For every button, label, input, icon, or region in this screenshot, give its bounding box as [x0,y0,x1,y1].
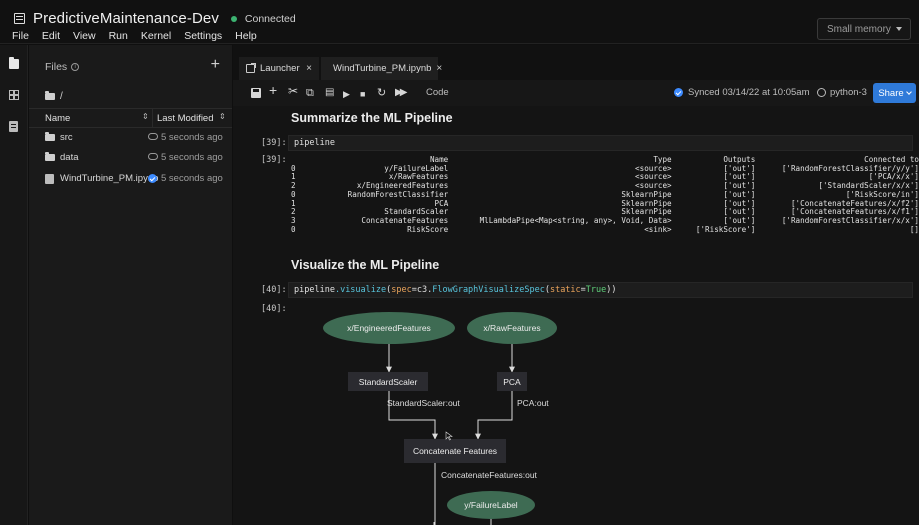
column-divider[interactable] [152,109,153,128]
sort-icon[interactable]: ⇕ [142,112,149,121]
memory-select-value: Small memory [827,23,891,35]
breadcrumb-path: / [60,91,63,102]
file-modified: 5 seconds ago [161,132,223,143]
app-title-row: PredictiveMaintenance-Dev Connected [14,10,296,27]
connection-status: Connected [244,12,296,25]
restart-icon[interactable]: ↻ [377,87,386,99]
new-file-plus-icon[interactable]: + [211,56,220,74]
sync-status: Synced 03/14/22 at 10:05am [674,87,809,98]
paste-icon[interactable]: ▤ [325,87,334,99]
tab-launcher[interactable]: Launcher × [239,57,319,80]
folder-icon[interactable] [9,57,19,69]
cell-type-select[interactable]: Code [426,87,449,98]
notebook-icon [45,174,54,184]
file-row-data[interactable]: data 5 seconds ago [29,148,232,168]
file-modified: 5 seconds ago [161,173,223,184]
menu-file[interactable]: File [12,30,29,42]
kernel-name: python-3 [830,87,867,98]
file-browser-title: Files [45,61,68,73]
edge-label: ConcatenateFeatures:out [441,470,538,480]
cut-icon[interactable]: ✂ [288,85,298,97]
sync-status-text: Synced 03/14/22 at 10:05am [688,87,810,98]
breadcrumb[interactable]: / [45,91,63,102]
memory-select[interactable]: Small memory [817,18,911,40]
kernel-status[interactable]: python-3 [817,87,867,98]
stop-icon[interactable]: ■ [360,88,365,100]
file-row-notebook[interactable]: WindTurbine_PM.ipynb 5 seconds ago [29,169,232,189]
folder-icon [45,132,55,141]
document-icon[interactable] [9,121,18,132]
app-title: PredictiveMaintenance-Dev [33,10,219,27]
node-label: PCA [503,377,521,387]
main-area: Launcher × WindTurbine_PM.ipynb × + ✂ ⧉ … [233,45,919,525]
activity-rail [0,45,28,525]
menu-kernel[interactable]: Kernel [141,30,171,42]
menu-settings[interactable]: Settings [184,30,222,42]
node-label: StandardScaler [359,377,418,387]
folder-icon [45,91,55,100]
save-icon[interactable] [251,88,261,98]
tab-label: Launcher [260,63,300,74]
close-icon[interactable]: × [306,63,312,74]
menu-help[interactable]: Help [235,30,257,42]
add-cell-icon[interactable]: + [269,83,277,97]
close-icon[interactable]: × [436,63,442,74]
file-row-src[interactable]: src 5 seconds ago [29,128,232,148]
notebook-body: Summarize the ML Pipeline [39]: pipeline… [233,106,919,525]
check-icon [148,174,157,183]
menu-edit[interactable]: Edit [42,30,60,42]
info-icon[interactable]: i [71,63,80,71]
edge-label: PCA:out [517,398,549,408]
node-label: y/FailureLabel [464,500,518,510]
tab-label: WindTurbine_PM.ipynb [333,63,432,74]
tab-notebook[interactable]: WindTurbine_PM.ipynb × [321,57,442,80]
kernel-idle-icon [817,88,826,97]
table-grid-icon[interactable] [9,90,19,100]
menu-run[interactable]: Run [109,30,128,42]
mouse-cursor-icon [445,431,453,441]
node-label: Concatenate Features [413,446,497,456]
file-browser: Files i + / Name ⇕ Last Modified ⇕ src 5… [29,45,232,525]
launcher-icon [246,63,256,73]
graph-edge [475,391,513,440]
file-modified: 5 seconds ago [161,152,223,163]
node-label: x/RawFeatures [483,323,540,333]
copy-icon[interactable]: ⧉ [306,87,314,99]
file-browser-header: Files i [45,61,80,73]
column-last-modified[interactable]: Last Modified [157,113,214,124]
file-name: src [60,132,73,143]
menu-view[interactable]: View [73,30,96,42]
check-icon [674,88,683,97]
edge-label: StandardScaler:out [387,398,460,408]
node-label: x/EngineeredFeatures [347,323,431,333]
file-name: data [60,152,79,163]
file-name: WindTurbine_PM.ipynb [60,173,159,184]
share-button[interactable]: Share [873,83,916,103]
chevron-down-icon [905,88,912,95]
menu-bar: File Edit View Run Kernel Settings Help [12,30,270,42]
top-bar: PredictiveMaintenance-Dev Connected File… [0,0,919,44]
run-icon[interactable]: ▶ [343,88,350,100]
connection-status-dot [230,15,237,22]
tab-bar: Launcher × WindTurbine_PM.ipynb × [233,45,919,80]
folder-icon [45,152,55,161]
notebook-toolbar: + ✂ ⧉ ▤ ▶ ■ ↻ ▶▶ Code Synced 03/14/22 at… [233,80,919,106]
share-label: Share [878,87,904,99]
notebook-app-icon [14,13,25,24]
sort-icon[interactable]: ⇕ [219,112,226,121]
column-name[interactable]: Name [45,113,70,124]
fast-forward-icon[interactable]: ▶▶ [395,87,408,99]
cloud-icon [148,153,158,160]
file-list-header: Name ⇕ Last Modified ⇕ [29,108,232,128]
cloud-icon [148,133,158,140]
pipeline-graph: StandardScaler:out PCA:out ConcatenateFe… [323,312,557,525]
chevron-down-icon [896,27,902,31]
